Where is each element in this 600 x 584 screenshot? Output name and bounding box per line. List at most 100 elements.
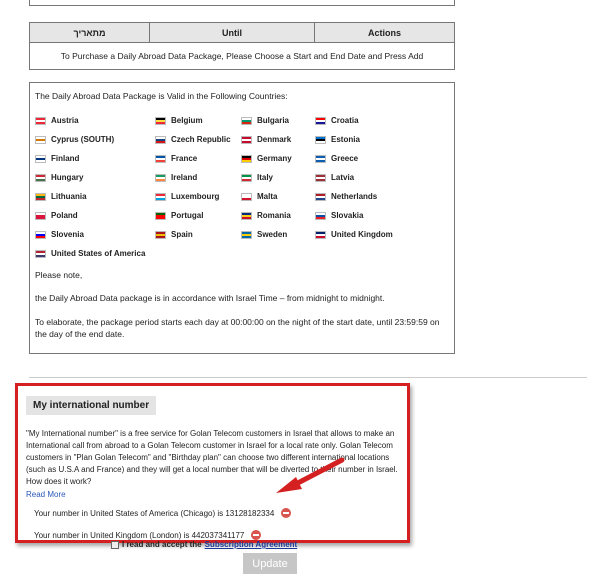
subscription-agreement-link[interactable]: Subscription Agreement [205,540,298,549]
country-item: Austria [35,111,155,130]
flag-icon [35,230,46,239]
country-item: France [155,149,241,168]
country-item: Finland [35,149,155,168]
flag-icon [35,173,46,182]
flag-icon [155,135,166,144]
country-name: Latvia [331,173,355,182]
section-divider [29,377,587,378]
country-item: Cyprus (SOUTH) [35,130,155,149]
country-item: Romania [241,206,315,225]
country-name: Spain [171,230,193,239]
country-name: Italy [257,173,274,182]
flag-icon [35,192,46,201]
country-name: Malta [257,192,278,201]
country-item: Lithuania [35,187,155,206]
country-item: Estonia [315,130,435,149]
read-more-link[interactable]: Read More [26,489,66,501]
header-actions: Actions [314,22,455,43]
country-name: Germany [257,154,292,163]
number-text: Your number in United Kingdom (London) i… [34,530,245,540]
country-item: Poland [35,206,155,225]
country-name: Hungary [51,173,84,182]
country-item: Belgium [155,111,241,130]
flag-icon [35,211,46,220]
flag-icon [241,192,252,201]
flag-icon [241,154,252,163]
country-name: Croatia [331,116,359,125]
flag-icon [155,211,166,220]
header-until: Until [149,22,315,43]
country-item: Denmark [241,130,315,149]
flag-icon [241,230,252,239]
country-item: Netherlands [315,187,435,206]
country-item: Germany [241,149,315,168]
country-name: Finland [51,154,80,163]
countries-title: The Daily Abroad Data Package is Valid i… [35,91,288,101]
country-name: Cyprus (SOUTH) [51,135,115,144]
country-name: Bulgaria [257,116,290,125]
flag-icon [241,211,252,220]
countries-panel: The Daily Abroad Data Package is Valid i… [29,82,455,354]
flag-icon [35,135,46,144]
country-item: Portugal [155,206,241,225]
country-item: United States of America [35,244,155,263]
country-item: Italy [241,168,315,187]
flag-icon [155,173,166,182]
country-name: United States of America [51,249,146,258]
flag-icon [241,116,252,125]
country-name: France [171,154,198,163]
country-name: Netherlands [331,192,378,201]
country-name: Luxembourg [171,192,220,201]
country-item: United Kingdom [315,225,435,244]
flag-icon [155,116,166,125]
country-item: Spain [155,225,241,244]
previous-panel-bottom [29,0,455,6]
country-item: Luxembourg [155,187,241,206]
country-name: Denmark [257,135,292,144]
note-line: Please note, [35,270,83,280]
flag-icon [155,154,166,163]
remove-icon[interactable] [281,508,292,518]
country-name: Austria [51,116,79,125]
table-row: To Purchase a Daily Abroad Data Package,… [29,42,455,70]
country-name: Portugal [171,211,204,220]
flag-icon [35,249,46,258]
country-item: Hungary [35,168,155,187]
flag-icon [315,116,326,125]
country-item: Malta [241,187,315,206]
remove-icon[interactable] [251,530,262,540]
number-row-usa: Your number in United States of America … [34,508,399,518]
flag-icon [241,173,252,182]
table-header-row: מתאריך Until Actions [29,22,455,43]
number-text: Your number in United States of America … [34,508,275,518]
flag-icon [315,230,326,239]
header-from-date: מתאריך [29,22,150,43]
flag-icon [155,192,166,201]
country-item: Bulgaria [241,111,315,130]
country-item: Ireland [155,168,241,187]
package-notes: Please note, the Daily Abroad Data packa… [35,269,449,340]
update-button[interactable]: Update [243,553,297,574]
country-item: Slovenia [35,225,155,244]
flag-icon [315,192,326,201]
flag-icon [35,154,46,163]
number-row-uk: Your number in United Kingdom (London) i… [34,530,399,540]
international-title: My international number [26,396,157,415]
agreement-text: I read and accept the [122,540,202,549]
country-name: Sweden [257,230,288,239]
country-name: Belgium [171,116,203,125]
note-line: To elaborate, the package period starts … [35,316,440,339]
country-name: Czech Republic [171,135,231,144]
country-name: Romania [257,211,291,220]
flag-icon [241,135,252,144]
countries-grid: Austria Belgium Bulgaria Croatia Cyprus (SOU… [35,111,449,263]
country-name: Lithuania [51,192,87,201]
country-name: United Kingdom [331,230,393,239]
flag-icon [315,211,326,220]
country-item: Greece [315,149,435,168]
flag-icon [315,135,326,144]
agreement-checkbox[interactable] [111,540,119,549]
country-name: Estonia [331,135,360,144]
flag-icon [35,116,46,125]
country-item: Czech Republic [155,130,241,149]
